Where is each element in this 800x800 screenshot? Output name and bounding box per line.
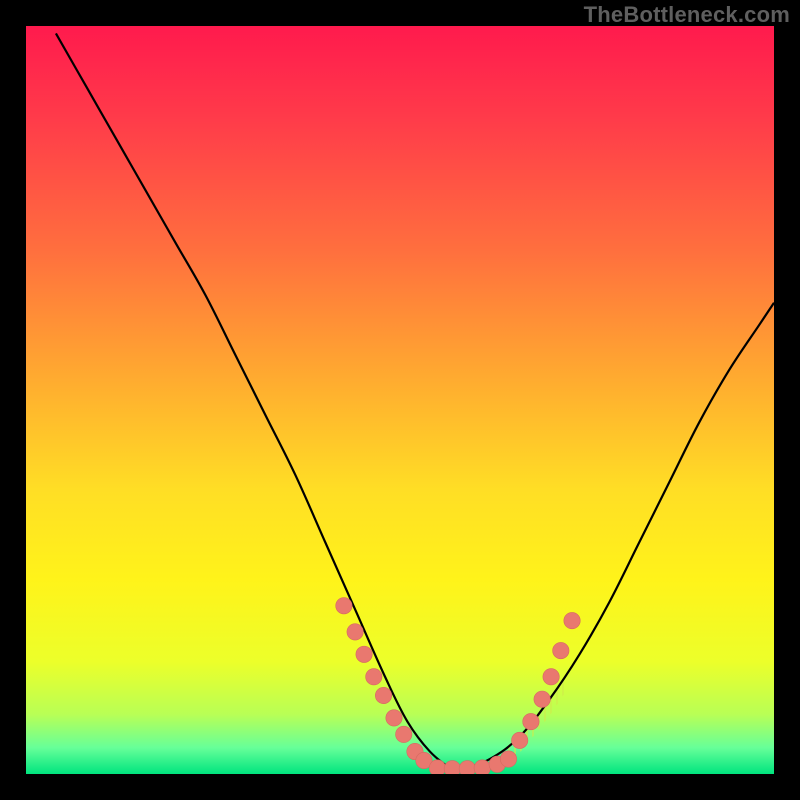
left-curve [56, 33, 452, 770]
data-marker [429, 760, 445, 774]
data-marker [366, 669, 382, 685]
data-marker [336, 598, 352, 614]
data-marker [386, 710, 402, 726]
data-marker [459, 761, 475, 774]
data-markers [336, 598, 581, 775]
right-curve [460, 303, 774, 771]
data-marker [564, 612, 580, 628]
curve-layer [26, 26, 774, 774]
data-marker [356, 646, 372, 662]
chart-frame: TheBottleneck.com [0, 0, 800, 800]
data-marker [543, 669, 559, 685]
data-marker [375, 687, 391, 703]
data-marker [534, 691, 550, 707]
data-marker [500, 751, 516, 767]
data-marker [511, 732, 527, 748]
plot-area [26, 26, 774, 774]
data-marker [553, 642, 569, 658]
watermark-text: TheBottleneck.com [584, 2, 790, 28]
data-marker [444, 761, 460, 774]
data-marker [396, 726, 412, 742]
data-marker [523, 713, 539, 729]
data-marker [347, 624, 363, 640]
data-marker [474, 760, 490, 774]
